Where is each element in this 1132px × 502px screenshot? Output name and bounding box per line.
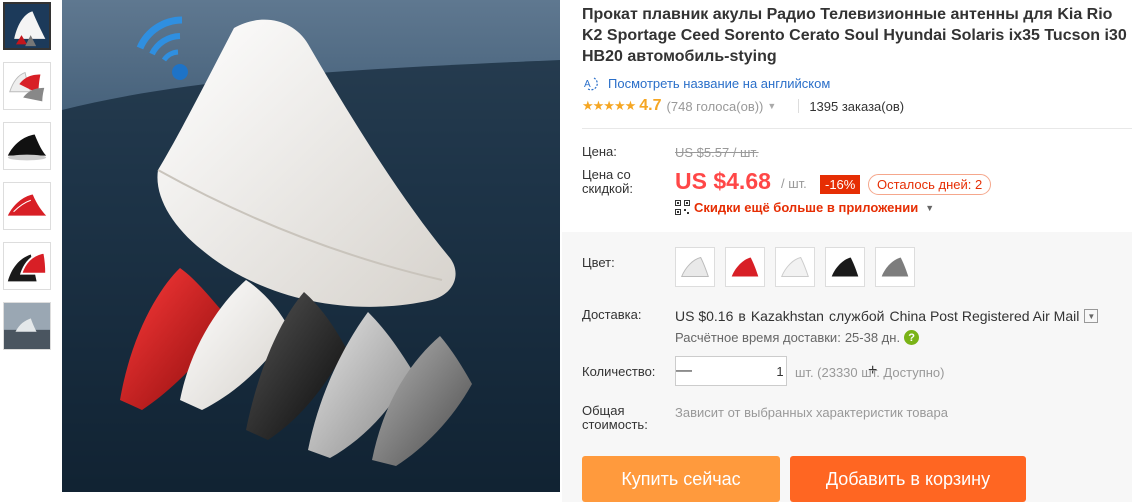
decrement-button[interactable]: — [676, 357, 692, 385]
product-page: Прокат плавник акулы Радио Телевизионные… [0, 0, 1132, 502]
total-label: Общая стоимость: [582, 403, 648, 432]
thumbnail-5[interactable] [3, 242, 51, 290]
chevron-down-icon[interactable]: ▼ [767, 101, 776, 111]
color-swatch-silver[interactable] [775, 247, 815, 287]
shipping-label: Доставка: [582, 307, 642, 322]
orders-count: 1395 заказа(ов) [809, 98, 905, 114]
main-product-image[interactable] [62, 0, 560, 492]
color-swatch-black[interactable] [825, 247, 865, 287]
thumbnail-list [3, 2, 53, 362]
rating-stars: ★★★★★ [582, 98, 636, 113]
color-label: Цвет: [582, 255, 615, 270]
thumbnail-3[interactable] [3, 122, 51, 170]
translate-icon: A [582, 75, 602, 91]
shipping-value[interactable]: US $0.16 в Kazakhstan службой China Post… [675, 308, 1099, 324]
thumbnail-2[interactable] [3, 62, 51, 110]
svg-text:A: A [584, 79, 591, 90]
color-swatches [675, 247, 915, 287]
old-price: US $5.57 / шт. [675, 145, 759, 160]
color-swatch-gray[interactable] [875, 247, 915, 287]
color-swatch-red[interactable] [725, 247, 765, 287]
rating-row: ★★★★★ 4.7 (748 голоса(ов)) ▼ 1395 заказа… [582, 97, 1132, 115]
delivery-time-value: 25-38 дн. [844, 330, 901, 345]
divider [798, 99, 800, 113]
per-unit: / шт. [781, 176, 807, 191]
price-box: Цена: US $5.57 / шт. Цена со скидкой: US… [562, 130, 1132, 232]
color-swatch-white[interactable] [675, 247, 715, 287]
days-left-badge: Осталось дней: 2 [868, 174, 992, 195]
translate-label: Посмотреть название на английском [608, 75, 831, 91]
translate-link[interactable]: A Посмотреть название на английском [582, 75, 1132, 91]
price-label: Цена: [582, 144, 617, 159]
delivery-time-label: Расчётное время доставки: [675, 330, 841, 345]
shipping-to-prefix: в [738, 308, 746, 324]
thumbnail-1[interactable] [3, 2, 51, 50]
votes-count[interactable]: (748 голоса(ов)) [667, 99, 764, 114]
rating-value: 4.7 [639, 97, 662, 114]
caret-down-icon: ▼ [925, 202, 935, 213]
thumbnail-6[interactable] [3, 302, 51, 350]
shipping-service-prefix: службой [828, 308, 885, 324]
quantity-label: Количество: [582, 364, 656, 379]
help-icon[interactable]: ? [904, 330, 920, 345]
total-value: Зависит от выбранных характеристик товар… [675, 405, 948, 420]
quantity-availability: шт. (23330 шт. Доступно) [795, 365, 945, 380]
discount-badge: -16% [820, 175, 861, 194]
current-price: US $4.68 [675, 168, 771, 194]
qr-code-icon [675, 200, 690, 215]
shipping-country: Kazakhstan [750, 308, 824, 324]
app-discount-link[interactable]: Скидки ещё больше в приложении ▼ [675, 200, 934, 215]
product-title: Прокат плавник акулы Радио Телевизионные… [582, 6, 1127, 65]
discount-price-label: Цена со скидкой: [582, 167, 633, 196]
delivery-time: Расчётное время доставки: 25-38 дн. ? [675, 330, 920, 345]
product-info: Прокат плавник акулы Радио Телевизионные… [582, 0, 1132, 115]
buy-now-button[interactable]: Купить сейчас [582, 456, 780, 502]
add-to-cart-button[interactable]: Добавить в корзину [790, 456, 1026, 502]
app-discount-label: Скидки ещё больше в приложении [694, 200, 919, 215]
thumbnail-4[interactable] [3, 182, 51, 230]
divider [582, 128, 1132, 129]
chevron-down-icon[interactable]: ▼ [1084, 309, 1099, 323]
shipping-cost: US $0.16 [675, 308, 734, 324]
shipping-service: China Post Registered Air Mail [889, 308, 1080, 324]
options-area: Цвет: Доставка: US $0.16 в Kazakhstan сл… [562, 232, 1132, 502]
quantity-stepper: — + [675, 356, 877, 386]
